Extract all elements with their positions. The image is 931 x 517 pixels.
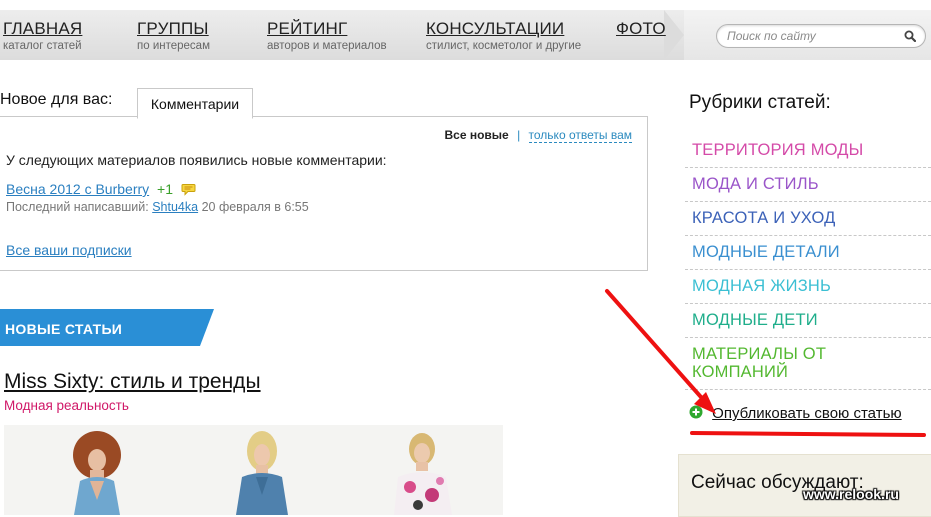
new-comment-count: +1 (157, 181, 173, 197)
search-box[interactable] (716, 24, 926, 48)
nav-item-title[interactable]: ФОТО (616, 19, 666, 39)
rubrics-title: Рубрики статей: (689, 92, 831, 113)
nav-separator-arrow (664, 10, 684, 60)
category-item[interactable]: МОДА И СТИЛЬ (685, 168, 931, 202)
nav-item-title[interactable]: РЕЙТИНГ (267, 19, 387, 39)
updates-notice: У следующих материалов появились новые к… (6, 152, 387, 168)
category-item[interactable]: МОДНАЯ ЖИЗНЬ (685, 270, 931, 304)
search-input[interactable] (727, 28, 892, 44)
category-item[interactable]: КРАСОТА И УХОД (685, 202, 931, 236)
last-writer-label: Последний написавший: (6, 200, 149, 214)
model-photo-3 (394, 433, 452, 515)
publish-article-link[interactable]: Опубликовать свою статью (689, 405, 902, 422)
category-item[interactable]: ТЕРРИТОРИЯ МОДЫ (685, 134, 931, 168)
last-writer-info: Последний написавший: Shtu4ka 20 февраля… (6, 200, 309, 214)
category-item[interactable]: МАТЕРИАЛЫ ОТ КОМПАНИЙ (685, 338, 931, 390)
tab-comments[interactable]: Комментарии (137, 88, 253, 119)
commented-article-link[interactable]: Весна 2012 с Burberry (6, 181, 149, 197)
list-item: Весна 2012 с Burberry +1 (6, 181, 196, 197)
last-writer-user-link[interactable]: Shtu4ka (152, 200, 198, 214)
fashion-photo-strip (73, 431, 452, 515)
search-icon[interactable] (904, 30, 916, 42)
nav-item-photo[interactable]: ФОТО (616, 19, 666, 39)
publish-article-label[interactable]: Опубликовать свою статью (712, 405, 901, 422)
comment-icon (181, 184, 196, 196)
article-category-link[interactable]: Модная реальность (4, 398, 129, 413)
model-photo-2 (236, 431, 288, 515)
category-list: ТЕРРИТОРИЯ МОДЫ МОДА И СТИЛЬ КРАСОТА И У… (685, 134, 931, 390)
last-writer-date: 20 февраля в 6:55 (201, 200, 309, 214)
updates-panel: Все новые | только ответы вам У следующи… (0, 116, 648, 271)
filter-all-new[interactable]: Все новые (444, 128, 508, 142)
all-subscriptions-link[interactable]: Все ваши подписки (6, 242, 132, 258)
nav-item-consultations[interactable]: КОНСУЛЬТАЦИИ стилист, косметолог и други… (426, 19, 581, 52)
category-item[interactable]: МОДНЫЕ ДЕТИ (685, 304, 931, 338)
new-for-you-label: Новое для вас: (0, 91, 113, 108)
nav-item-title[interactable]: КОНСУЛЬТАЦИИ (426, 19, 581, 39)
article-title-link[interactable]: Miss Sixty: стиль и тренды (4, 370, 261, 394)
category-item[interactable]: МОДНЫЕ ДЕТАЛИ (685, 236, 931, 270)
nav-item-subtitle: авторов и материалов (267, 40, 387, 52)
nav-item-subtitle: по интересам (137, 40, 210, 52)
nav-item-main[interactable]: ГЛАВНАЯ каталог статей (3, 19, 82, 52)
new-articles-heading: НОВЫЕ СТАТЬИ (5, 321, 123, 337)
updates-filters: Все новые | только ответы вам (444, 128, 632, 143)
filter-replies-only[interactable]: только ответы вам (528, 128, 632, 143)
nav-item-title[interactable]: ГЛАВНАЯ (3, 19, 82, 39)
watermark-text: www.relook.ru (803, 486, 899, 502)
nav-item-subtitle: стилист, косметолог и другие (426, 40, 582, 52)
nav-item-rating[interactable]: РЕЙТИНГ авторов и материалов (267, 19, 387, 52)
model-photo-1 (73, 431, 121, 515)
nav-item-subtitle: каталог статей (3, 40, 82, 52)
plus-icon (689, 405, 703, 419)
nav-item-groups[interactable]: ГРУППЫ по интересам (137, 19, 210, 52)
filter-separator: | (517, 128, 521, 142)
nav-item-title[interactable]: ГРУППЫ (137, 19, 210, 39)
article-photos[interactable] (4, 425, 503, 515)
